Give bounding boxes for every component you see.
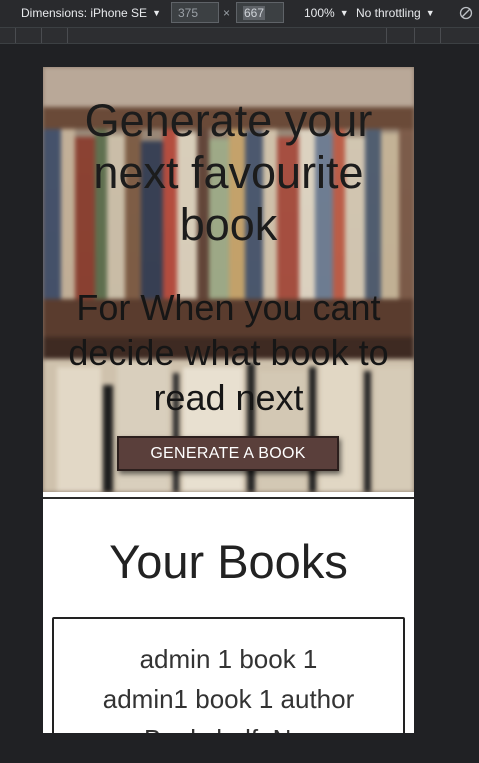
chevron-down-icon: ▼: [425, 8, 435, 18]
dimension-separator: ×: [223, 6, 231, 20]
ruler-segment[interactable]: [387, 28, 415, 43]
rotate-icon[interactable]: [459, 6, 473, 20]
chevron-down-icon: ▼: [339, 8, 349, 18]
zoom-label: 100%: [304, 6, 335, 20]
devtools-device-toolbar: Dimensions: iPhone SE ▼ 375 × 667 100% ▼…: [0, 0, 479, 27]
height-input[interactable]: 667: [236, 2, 284, 23]
book-card[interactable]: admin 1 book 1 admin1 book 1 author Book…: [52, 617, 405, 733]
book-shelf: Bookshelf: N...: [54, 723, 403, 733]
hero-subtitle: For When you cant decide what book to re…: [68, 287, 389, 418]
ruler-segment[interactable]: [68, 28, 387, 43]
device-dropdown-label: Dimensions: iPhone SE: [21, 6, 148, 20]
hero-section: Generate your next favourite book For Wh…: [43, 67, 414, 492]
generate-book-button[interactable]: GENERATE A BOOK: [117, 436, 339, 471]
height-input-value: 667: [243, 6, 266, 20]
throttling-dropdown[interactable]: No throttling ▼: [356, 6, 435, 20]
book-title: admin 1 book 1: [139, 644, 318, 674]
your-books-section: Your Books admin 1 book 1 admin1 book 1 …: [43, 503, 414, 733]
ruler-segment[interactable]: [441, 28, 479, 43]
width-input[interactable]: 375: [171, 2, 219, 23]
throttling-label: No throttling: [356, 6, 421, 20]
ruler-segment[interactable]: [0, 28, 16, 43]
your-books-heading: Your Books: [109, 535, 348, 588]
device-viewport: Generate your next favourite book For Wh…: [43, 67, 414, 733]
section-divider: [43, 492, 414, 499]
media-query-ruler: [0, 27, 479, 44]
hero-title: Generate your next favourite book: [84, 95, 373, 250]
ruler-segment[interactable]: [42, 28, 68, 43]
chevron-down-icon: ▼: [152, 8, 161, 18]
book-author: admin1 book 1 author: [102, 684, 355, 714]
ruler-segment[interactable]: [16, 28, 42, 43]
zoom-dropdown[interactable]: 100% ▼: [304, 6, 349, 20]
ruler-segment[interactable]: [415, 28, 441, 43]
device-dropdown[interactable]: Dimensions: iPhone SE ▼: [21, 6, 161, 20]
